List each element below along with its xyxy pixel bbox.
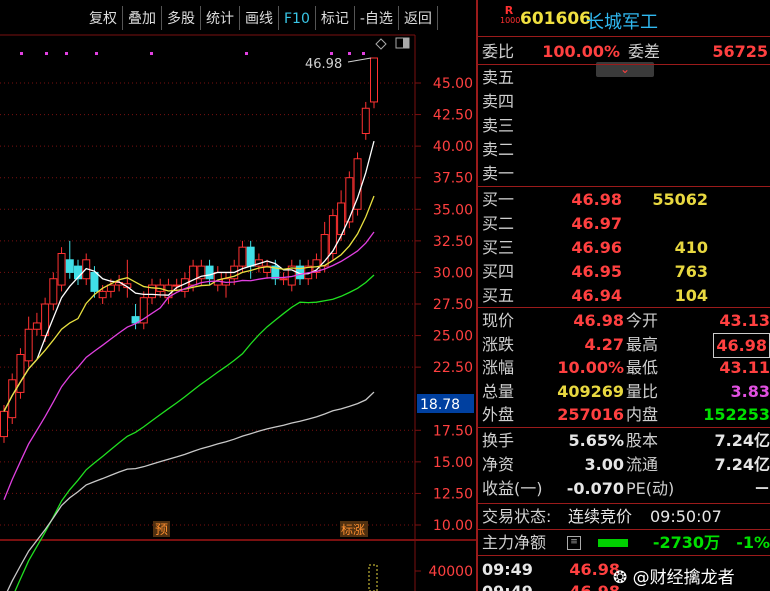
- candle-body: [24, 328, 33, 362]
- stats-row: 总量 409269 量比 3.83: [482, 381, 770, 401]
- toolbar-button[interactable]: -自选: [355, 6, 399, 30]
- stats-row: 涨跌 4.27 最高 46.98: [478, 332, 770, 358]
- price-axis-label: 32.50: [433, 234, 473, 250]
- signal-dot: [20, 52, 23, 55]
- buy-level-row: 买四 46.95 763: [482, 262, 708, 281]
- ma60-line: [14, 274, 375, 591]
- signal-dot: [330, 52, 333, 55]
- candle-body: [189, 265, 198, 286]
- window-icon-fill: [403, 38, 409, 48]
- sell-level-row: 卖二: [482, 140, 515, 159]
- signal-dot: [245, 52, 248, 55]
- candle-body: [65, 259, 74, 273]
- price-axis-label: 40.00: [433, 139, 473, 155]
- candle-body: [106, 284, 115, 292]
- main-capital-row: 主力净额 ≡ -2730万 -1%: [482, 533, 770, 552]
- list-icon[interactable]: ≡: [567, 536, 581, 550]
- price-axis-label: 45.00: [433, 76, 473, 92]
- kline-chart-area[interactable]: 45.00 42.50 40.00 37.50 35.00 32.50 30.00 27.50…: [0, 0, 478, 591]
- sell-level-row: 卖一: [482, 164, 515, 183]
- toolbar-button[interactable]: 复权: [84, 6, 123, 30]
- trade-status-row: 交易状态: 连续竞价 09:50:07: [482, 507, 722, 526]
- candle-body: [345, 177, 354, 223]
- signal-dot: [348, 52, 351, 55]
- peak-arrow: [347, 57, 372, 63]
- candle-body: [49, 278, 58, 305]
- sell-level-row: 卖四: [482, 92, 515, 111]
- signal-dot: [95, 52, 98, 55]
- stats-row: 涨幅 10.00% 最低 43.11: [482, 358, 770, 377]
- toolbar-button[interactable]: 标记: [316, 6, 355, 30]
- candle-body: [213, 271, 222, 286]
- sell-level-row: 卖五: [482, 68, 515, 87]
- candle-body: [370, 57, 378, 103]
- price-axis-label: 27.50: [433, 297, 473, 313]
- weibo-icon: ❂: [613, 568, 628, 588]
- sell-level-row: 卖三: [482, 116, 515, 135]
- buy-level-row: 买五 46.94 104: [482, 286, 708, 305]
- tag-yu: 预: [155, 523, 168, 538]
- toolbar-button[interactable]: 多股: [162, 6, 201, 30]
- toolbar-button[interactable]: 叠加: [123, 6, 162, 30]
- volume-bar: [368, 564, 378, 591]
- main-capital-bar: [598, 539, 628, 547]
- price-axis-label: 17.50: [433, 423, 473, 439]
- price-axis-label: 35.00: [433, 202, 473, 218]
- candle-body: [279, 278, 288, 281]
- price-axis-label: 30.00: [433, 265, 473, 281]
- stats-row: 外盘 257016 内盘 152253: [482, 405, 770, 424]
- price-axis-label: 25.00: [433, 329, 473, 345]
- weibi-row: 委比 100.00% 委差 56725: [482, 42, 768, 61]
- toolbar-button[interactable]: 画线: [240, 6, 279, 30]
- chart-toolbar: 复权 叠加 多股 统计 画线 F10 标记 -自选 返回: [84, 6, 438, 30]
- toolbar-button[interactable]: 返回: [399, 6, 438, 30]
- price-axis-label: 22.50: [433, 360, 473, 376]
- candle-body: [98, 290, 107, 299]
- candle-body: [238, 246, 247, 267]
- price-axis-label: 42.50: [433, 108, 473, 124]
- signal-dot: [65, 52, 68, 55]
- fundamental-row: 换手 5.65% 股本 7.24亿: [482, 431, 770, 450]
- candle-body: [57, 252, 66, 286]
- tag-biaozhang: 标涨: [341, 522, 365, 537]
- margin-badge: R 1000: [500, 4, 521, 25]
- price-axis-label: 37.50: [433, 171, 473, 187]
- ma120-line: [6, 391, 375, 591]
- signal-dot: [45, 52, 48, 55]
- candle-body: [0, 410, 8, 438]
- quote-panel: R 1000 601606 长城军工 委比 100.00% 委差 56725 ⌄…: [478, 0, 770, 591]
- price-axis-label: 12.50: [433, 486, 473, 502]
- candle-body: [353, 158, 362, 210]
- stock-code: 601606: [520, 9, 591, 29]
- stock-name: 长城军工: [586, 12, 658, 33]
- fundamental-row: 净资 3.00 流通 7.24亿: [482, 455, 770, 474]
- peak-price-label: 46.98: [305, 57, 342, 72]
- candle-body: [8, 379, 17, 419]
- signal-dot: [362, 52, 365, 55]
- buy-level-row: 买一 46.98 55062: [482, 190, 708, 209]
- fundamental-row: 收益(一) -0.070 PE(动) －: [482, 479, 770, 498]
- current-price-label: 18.78: [420, 397, 460, 413]
- diamond-icon: [375, 38, 387, 50]
- candlestick-chart[interactable]: 45.00 42.50 40.00 37.50 35.00 32.50 30.00 27.50…: [0, 0, 478, 591]
- candle-body: [361, 107, 370, 135]
- stock-header: R 1000 601606 长城军工: [478, 0, 770, 37]
- buy-level-row: 买二 46.97: [482, 214, 622, 233]
- watermark: ❂ @财经擒龙者: [613, 568, 735, 588]
- price-axis-label: 10.00: [433, 518, 473, 534]
- candle-body: [205, 265, 214, 280]
- candle-body: [246, 246, 255, 267]
- candle-body: [90, 271, 99, 292]
- buy-level-row: 买三 46.96 410: [482, 238, 708, 257]
- stats-row: 现价 46.98 今开 43.13: [482, 311, 770, 330]
- price-axis-label: 15.00: [433, 455, 473, 471]
- volume-axis-label: 40000: [428, 564, 473, 580]
- toolbar-button[interactable]: F10: [279, 6, 316, 30]
- signal-dot: [150, 52, 153, 55]
- toolbar-button[interactable]: 统计: [201, 6, 240, 30]
- candle-body: [32, 322, 41, 330]
